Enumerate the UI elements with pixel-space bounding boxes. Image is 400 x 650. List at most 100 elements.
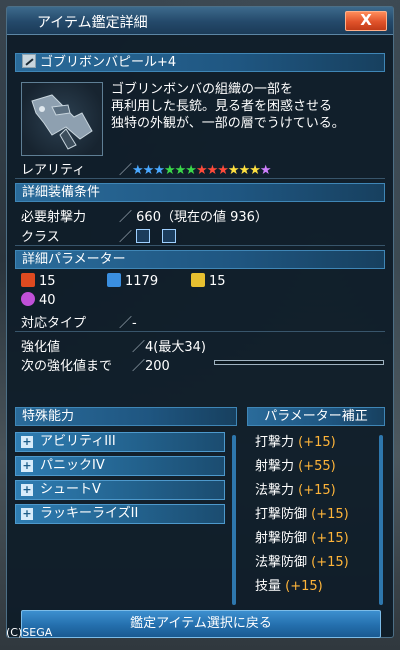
rarity-star-icon: ★ — [163, 163, 176, 178]
back-to-selection-button[interactable]: 鑑定アイテム選択に戻る — [21, 610, 381, 638]
bonus-name: 射撃防御 — [255, 531, 308, 546]
stat-value: 1179 — [125, 274, 159, 289]
ability-label: シュートV — [40, 482, 101, 497]
rarity-star-icon: ★ — [174, 163, 187, 178]
bonus-name: 技量 — [255, 579, 282, 594]
type-value-row: ／- — [119, 316, 137, 331]
ability-item[interactable]: + アビリティIII — [15, 432, 225, 452]
divider — [15, 331, 385, 332]
bonus-name: 法撃防御 — [255, 555, 308, 570]
ability-item[interactable]: + ラッキーライズII — [15, 504, 225, 524]
bonus-row: 射撃力 (+55) — [255, 455, 336, 474]
expand-plus-icon: + — [21, 483, 33, 496]
rarity-star-icon: ★ — [185, 163, 197, 178]
bonus-value: (+15) — [281, 579, 323, 594]
description-line: 独特の外観が、一部の層でうけている。 — [111, 116, 345, 131]
ability-scrollbar[interactable] — [232, 435, 236, 605]
bonus-header: パラメーター補正 — [247, 407, 385, 426]
rarity-row: レアリティ — [21, 159, 85, 178]
stat-melee: 15 — [21, 273, 56, 289]
rarity-star-icon: ★ — [195, 163, 208, 178]
item-name-bar: ゴブリボンバピール+4 — [15, 53, 385, 72]
stat-dex: 40 — [21, 292, 56, 308]
bonus-value: (+15) — [294, 435, 336, 450]
melee-icon — [21, 273, 35, 287]
abilities-header: 特殊能力 — [15, 407, 237, 426]
rarity-star-icon: ★ — [132, 163, 144, 178]
bonus-name: 法撃力 — [255, 483, 295, 498]
bonus-scrollbar[interactable] — [379, 435, 383, 605]
close-button[interactable]: X — [345, 11, 387, 31]
bonus-value: (+15) — [307, 507, 349, 522]
weapon-image — [21, 82, 103, 156]
expand-plus-icon: + — [21, 435, 33, 448]
ability-label: ラッキーライズII — [40, 506, 139, 521]
description-line: 再利用した長銃。見る者を困惑させる — [111, 99, 333, 114]
expand-plus-icon: + — [21, 459, 33, 472]
grind-progress-bar — [214, 360, 384, 365]
bonus-row: 射撃防御 (+15) — [255, 527, 349, 546]
rarity-stars: ／★★★★★★★★★★★★★ — [119, 163, 272, 178]
bonus-name: 打撃力 — [255, 435, 295, 450]
ability-item[interactable]: + シュートV — [15, 480, 225, 500]
window-titlebar: アイテム鑑定詳細 X — [7, 7, 393, 35]
rarity-star-icon: ★ — [217, 163, 229, 178]
item-description: ゴブリンボンバの組織の一部を 再利用した長銃。見る者を困惑させる 独特の外観が、… — [111, 81, 391, 132]
next-grind-value-row: ／200 — [132, 359, 170, 374]
rifle-icon — [22, 54, 36, 68]
stat-value: 15 — [39, 274, 56, 289]
rarity-star-icon: ★ — [153, 163, 165, 178]
bonus-name: 射撃力 — [255, 459, 295, 474]
rarity-star-icon: ★ — [259, 163, 272, 178]
grind-label: 強化値 — [21, 340, 61, 355]
bonus-row: 技量 (+15) — [255, 575, 323, 594]
rarity-star-icon: ★ — [227, 163, 240, 178]
ranged-icon — [107, 273, 121, 287]
required-power-label: 必要射撃力 — [21, 210, 87, 225]
stat-tech: 15 — [191, 273, 226, 289]
ability-label: アビリティIII — [40, 434, 116, 449]
grind-value: 4(最大34) — [145, 340, 206, 355]
ability-item[interactable]: + パニックIV — [15, 456, 225, 476]
class-label: クラス — [21, 230, 60, 245]
copyright: (C)SEGA — [6, 626, 53, 639]
rarity-star-row: ★★★★★★★★★★★★★ — [132, 163, 272, 178]
description-line: ゴブリンボンバの組織の一部を — [111, 82, 294, 97]
next-grind-value: 200 — [145, 359, 170, 374]
required-power-value-row: ／ 660（現在の値 936） — [119, 210, 268, 225]
stat-value: 40 — [39, 293, 56, 308]
ability-label: パニックIV — [40, 458, 105, 473]
tech-icon — [191, 273, 205, 287]
stat-ranged: 1179 — [107, 273, 158, 289]
type-value: - — [132, 316, 137, 331]
next-grind-label: 次の強化値まで — [21, 359, 113, 374]
rarity-label: レアリティ — [21, 163, 86, 178]
divider — [15, 245, 385, 246]
rarity-star-icon: ★ — [206, 163, 219, 178]
bonus-value: (+55) — [294, 459, 336, 474]
divider — [15, 178, 385, 179]
dex-icon — [21, 292, 35, 306]
bonus-row: 法撃力 (+15) — [255, 479, 336, 498]
bonus-row: 打撃防御 (+15) — [255, 503, 349, 522]
bonus-value: (+15) — [294, 483, 336, 498]
class-icons: ／ — [119, 226, 184, 245]
grind-value-row: ／4(最大34) — [132, 340, 206, 355]
gunner-class-icon — [162, 229, 177, 243]
rarity-star-icon: ★ — [142, 163, 155, 178]
expand-plus-icon: + — [21, 507, 33, 520]
window-title: アイテム鑑定詳細 — [37, 15, 148, 31]
requirements-header: 詳細装備条件 — [15, 183, 385, 202]
required-power-value: 660（現在の値 936） — [136, 210, 268, 225]
bonus-row: 打撃力 (+15) — [255, 431, 336, 450]
bonus-row: 法撃防御 (+15) — [255, 551, 349, 570]
ranger-class-icon — [136, 229, 151, 243]
bonus-value: (+15) — [307, 555, 349, 570]
rarity-star-icon: ★ — [249, 163, 261, 178]
item-appraisal-window: アイテム鑑定詳細 X ゴブリボンバピール+4 ゴブリンボンバの組織の一部を 再利… — [6, 6, 394, 638]
rarity-star-icon: ★ — [238, 163, 251, 178]
item-name: ゴブリボンバピール+4 — [40, 55, 177, 70]
stat-value: 15 — [209, 274, 226, 289]
bonus-value: (+15) — [307, 531, 349, 546]
type-label: 対応タイプ — [21, 316, 87, 331]
